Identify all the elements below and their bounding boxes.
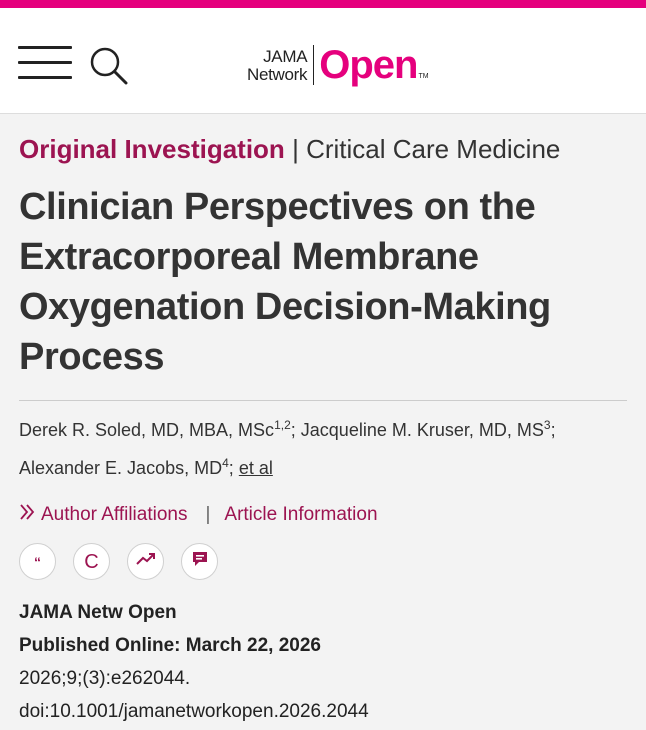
author-separator: ; <box>550 420 556 440</box>
journal-name: JAMA Netw Open <box>19 602 177 623</box>
logo-trademark: TM <box>418 73 429 80</box>
jama-network-open-logo[interactable]: JAMA Network Open TM <box>247 40 429 90</box>
article-category: Original Investigation | Critical Care M… <box>19 132 629 166</box>
links-separator: | <box>205 504 211 525</box>
logo-network-text: Network <box>247 64 308 84</box>
author-name[interactable]: Jacqueline M. Kruser, MD, MS <box>301 420 544 440</box>
logo-jama-text: JAMA <box>263 46 308 66</box>
et-al-link[interactable]: et al <box>239 458 273 478</box>
author-separator: ; <box>290 420 296 440</box>
site-header: JAMA Network Open TM <box>0 8 646 114</box>
logo-divider <box>313 45 315 85</box>
article-info-links: Author Affiliations | Article Informatio… <box>19 501 629 529</box>
article-type[interactable]: Original Investigation <box>19 134 285 164</box>
article-header: Original Investigation | Critical Care M… <box>19 114 629 728</box>
author-list: Derek R. Soled, MD, MBA, MSc1,2; Jacquel… <box>19 411 629 487</box>
publication-meta: JAMA Netw Open Published Online: March 2… <box>19 596 629 728</box>
article-specialty[interactable]: Critical Care Medicine <box>306 134 560 164</box>
author-name[interactable]: Derek R. Soled, MD, MBA, MSc <box>19 420 274 440</box>
comment-button[interactable] <box>181 543 218 580</box>
category-separator: | <box>292 134 299 164</box>
cite-quote-icon: “ <box>34 553 41 570</box>
copyright-c-icon: C <box>84 550 99 573</box>
author-name[interactable]: Alexander E. Jacobs, MD <box>19 458 222 478</box>
article-title: Clinician Perspectives on the Extracorpo… <box>19 186 551 378</box>
author-separator: ; <box>228 458 234 478</box>
search-icon[interactable] <box>89 46 129 86</box>
citation: 2026;9;(3):e262044. <box>19 668 191 689</box>
permissions-button[interactable]: C <box>73 543 110 580</box>
metrics-trend-icon <box>135 552 156 571</box>
published-date: Published Online: March 22, 2026 <box>19 635 321 656</box>
article-tools: “ C <box>19 543 629 580</box>
comment-icon <box>191 550 209 573</box>
article-information-link[interactable]: Article Information <box>224 501 377 529</box>
logo-open-text: Open <box>319 43 418 87</box>
menu-icon[interactable] <box>18 46 72 80</box>
cite-button[interactable]: “ <box>19 543 56 580</box>
divider <box>19 400 627 401</box>
author-affiliations-link[interactable]: Author Affiliations <box>19 501 187 529</box>
metrics-button[interactable] <box>127 543 164 580</box>
author-affiliations-label: Author Affiliations <box>41 504 188 525</box>
author-affiliation-sup: 3 <box>543 418 551 432</box>
doi[interactable]: doi:10.1001/jamanetworkopen.2026.2044 <box>19 695 629 728</box>
brand-top-bar <box>0 0 646 8</box>
author-affiliation-sup: 1,2 <box>274 418 291 432</box>
author-affiliation-sup: 4 <box>222 456 229 470</box>
double-chevron-right-icon <box>19 501 35 529</box>
